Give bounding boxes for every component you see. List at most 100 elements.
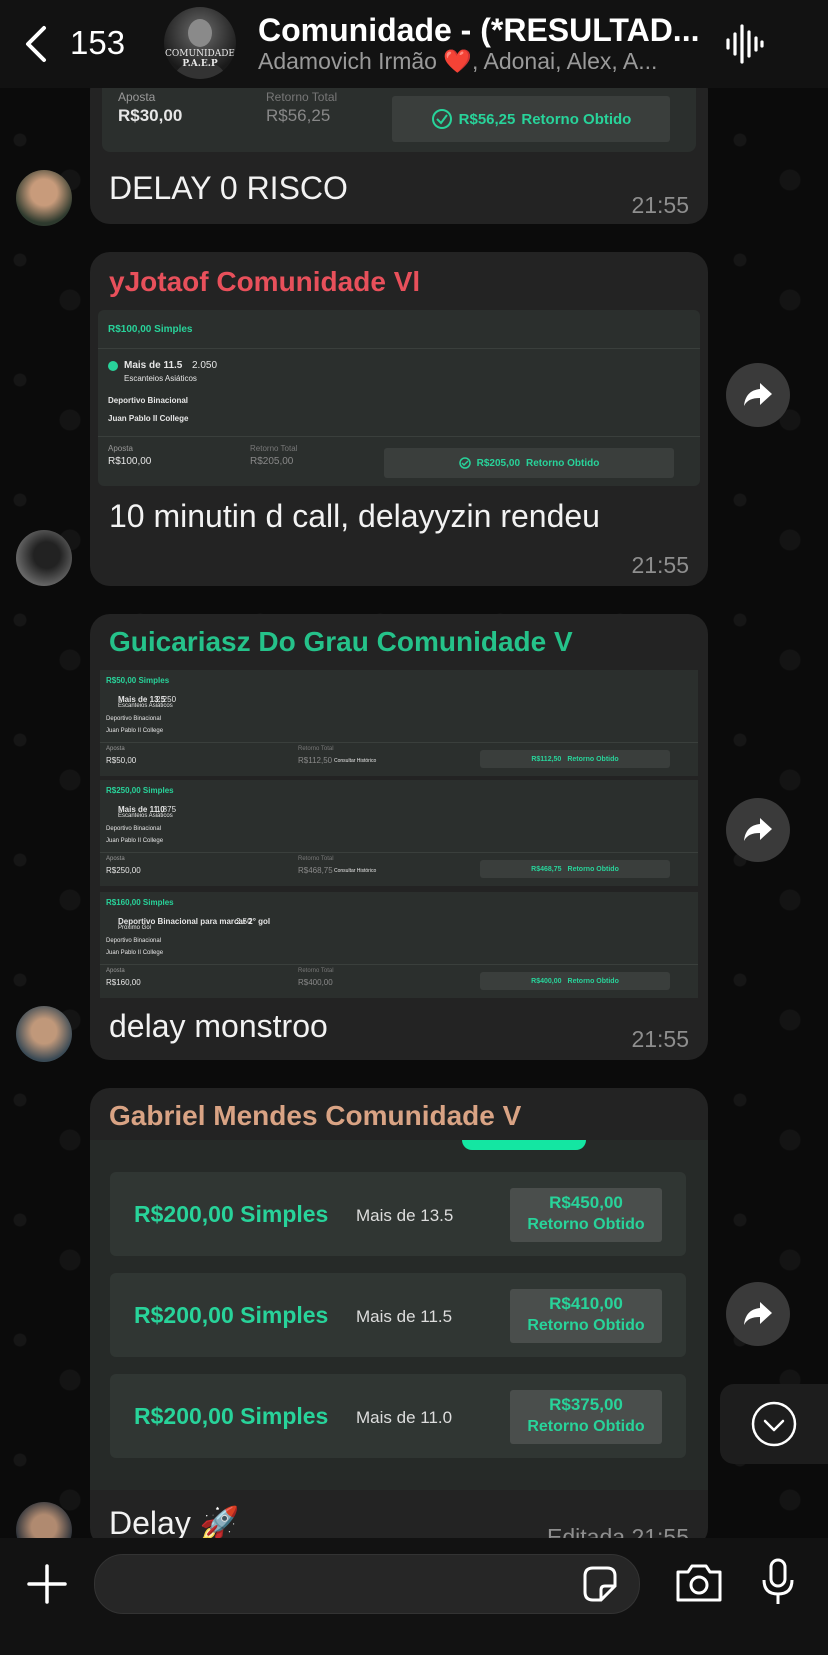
bet-pick: Mais de 13.5 <box>356 1206 454 1225</box>
bet-amount: R$100,00 <box>108 456 152 467</box>
return-label: Retorno Obtido <box>567 977 619 985</box>
bet-screenshot-stack[interactable]: R$50,00 Simples Mais de 13.5 2.250 Escan… <box>100 670 698 1008</box>
forward-button[interactable] <box>726 798 790 862</box>
sticker-icon[interactable] <box>579 1564 619 1604</box>
return-box: R$375,00 Retorno Obtido <box>510 1390 662 1444</box>
group-avatar-caption: COMUNIDADE P.A.E.P <box>165 49 235 69</box>
bet-market: Escanteios Asiáticos <box>118 703 173 709</box>
chat-title[interactable]: Comunidade - (*RESULTAD... <box>258 12 708 49</box>
return-label: Retorno Obtido <box>521 110 632 128</box>
message-time: 21:55 <box>631 1026 689 1052</box>
check-circle-icon <box>108 361 118 371</box>
return-amount: R$400,00 <box>531 977 562 985</box>
return-amount: R$468,75 <box>531 865 562 873</box>
avatar[interactable] <box>16 170 72 226</box>
bet-card: R$200,00 Simples Mais de 13.5 R$450,00 R… <box>110 1172 686 1256</box>
voice-call-icon[interactable] <box>724 22 764 66</box>
bet-market: Escanteios Asiáticos <box>124 374 197 383</box>
bet-amount: R$160,00 <box>106 978 141 987</box>
team-name: Juan Pablo II College <box>106 950 164 956</box>
bet-summary-image[interactable]: R$200,00 Simples Mais de 13.5 R$450,00 R… <box>90 1140 708 1490</box>
bet-stake: R$200,00 Simples <box>134 1302 329 1328</box>
bet-pick: Mais de 11.5 <box>356 1307 453 1326</box>
message-bubble[interactable]: Aposta R$30,00 Retorno Total R$56,25 R$5… <box>90 70 708 224</box>
bet-amount: R$50,00 <box>106 756 137 765</box>
bet-screenshot: R$250,00 Simples Mais de 11.0 1.875 Esca… <box>100 780 698 886</box>
microphone-icon[interactable] <box>760 1558 796 1606</box>
team-name: Deportivo Binacional <box>106 938 162 944</box>
bet-screenshot[interactable]: Aposta R$30,00 Retorno Total R$56,25 R$5… <box>102 80 696 152</box>
chat-members[interactable]: Adamovich Irmão ❤️, Adonai, Alex, A... <box>258 48 708 75</box>
return-label: Retorno Obtido <box>567 865 619 873</box>
chevron-left-icon <box>26 26 46 62</box>
plus-icon[interactable] <box>25 1562 69 1606</box>
scroll-down-icon <box>751 1401 797 1447</box>
message-bubble[interactable]: Guicariasz Do Grau Comunidade V R$50,00 … <box>90 614 708 1060</box>
unread-count[interactable]: 153 <box>70 24 125 62</box>
forward-icon <box>744 383 772 406</box>
return-label: Retorno Obtido <box>527 1317 645 1334</box>
message-text: delay monstroo <box>109 1008 328 1044</box>
forward-button[interactable] <box>726 1282 790 1346</box>
bet-market: Escanteios Asiáticos <box>118 813 173 819</box>
bet-label: Aposta <box>106 856 125 862</box>
bet-pick: Mais de 11.5 <box>124 360 183 371</box>
bet-odds: 2.050 <box>192 360 218 371</box>
bet-stake: R$200,00 Simples <box>134 1403 329 1429</box>
bet-return: R$205,00 <box>250 456 294 467</box>
bet-label: Aposta <box>118 90 156 104</box>
bet-label: Aposta <box>106 746 125 752</box>
return-label: Retorno Obtido <box>527 1418 645 1435</box>
bet-label: Retorno Total <box>298 968 334 974</box>
check-circle-icon <box>458 457 471 469</box>
message-bubble[interactable]: yJotaof Comunidade Vl R$100,00 Simples M… <box>90 252 708 586</box>
return-box: R$205,00 Retorno Obtido <box>384 448 674 478</box>
bet-stake: R$160,00 Simples <box>106 898 174 907</box>
bet-label: Retorno Total <box>250 444 298 453</box>
forward-icon <box>744 818 772 841</box>
bet-odds: 2.50 <box>236 917 252 926</box>
message-input[interactable] <box>94 1554 640 1614</box>
return-box: R$400,00 Retorno Obtido <box>480 972 670 990</box>
bet-return: R$56,25 <box>266 106 331 125</box>
message-bubble[interactable]: Gabriel Mendes Comunidade V R$200,00 Sim… <box>90 1088 708 1550</box>
message-text: 10 minutin d call, delayyzin rendeu <box>109 498 600 534</box>
return-label: Retorno Obtido <box>526 457 600 469</box>
sender-name[interactable]: Guicariasz Do Grau Comunidade V <box>109 626 573 658</box>
group-avatar[interactable]: COMUNIDADE P.A.E.P <box>164 7 236 79</box>
sender-name[interactable]: Gabriel Mendes Comunidade V <box>109 1100 521 1132</box>
summary-tab-indicator <box>462 1140 586 1150</box>
return-box: R$468,75 Retorno Obtido <box>480 860 670 878</box>
bet-label: Retorno Total <box>298 856 334 862</box>
bet-amount: R$250,00 <box>106 866 141 875</box>
forward-icon <box>744 1302 772 1325</box>
team-name: Juan Pablo II College <box>108 414 189 423</box>
camera-icon[interactable] <box>674 1562 724 1604</box>
message-text: DELAY 0 RISCO <box>109 170 348 206</box>
return-box: R$112,50 Retorno Obtido <box>480 750 670 768</box>
check-circle-icon <box>431 109 452 129</box>
scroll-down-button[interactable] <box>720 1384 828 1464</box>
bet-label: Retorno Total <box>298 746 334 752</box>
compose-bar <box>0 1538 828 1655</box>
avatar[interactable] <box>16 530 72 586</box>
return-label: Retorno Obtido <box>567 755 619 763</box>
history-link: Consultar Histórico <box>334 868 377 874</box>
sender-name[interactable]: yJotaof Comunidade Vl <box>109 266 420 298</box>
avatar[interactable] <box>16 1006 72 1062</box>
return-amount: R$410,00 <box>549 1294 623 1313</box>
return-amount: R$375,00 <box>549 1395 623 1414</box>
bet-stake: R$100,00 Simples <box>108 324 193 335</box>
message-time: 21:55 <box>631 552 689 578</box>
return-amount: R$205,00 <box>476 457 521 469</box>
bet-label: Retorno Total <box>266 90 338 104</box>
bet-card: R$200,00 Simples Mais de 11.5 R$410,00 R… <box>110 1273 686 1357</box>
forward-button[interactable] <box>726 363 790 427</box>
chat-header: 153 COMUNIDADE P.A.E.P Comunidade - (*RES… <box>0 0 828 88</box>
return-amount: R$450,00 <box>549 1193 623 1212</box>
bet-screenshot[interactable]: R$100,00 Simples Mais de 11.5 2.050 Esca… <box>98 310 700 486</box>
bet-screenshot: R$160,00 Simples Deportivo Binacional pa… <box>100 892 698 998</box>
bet-stake: R$250,00 Simples <box>106 786 174 795</box>
team-name: Juan Pablo II College <box>106 838 164 844</box>
return-box: R$410,00 Retorno Obtido <box>510 1289 662 1343</box>
